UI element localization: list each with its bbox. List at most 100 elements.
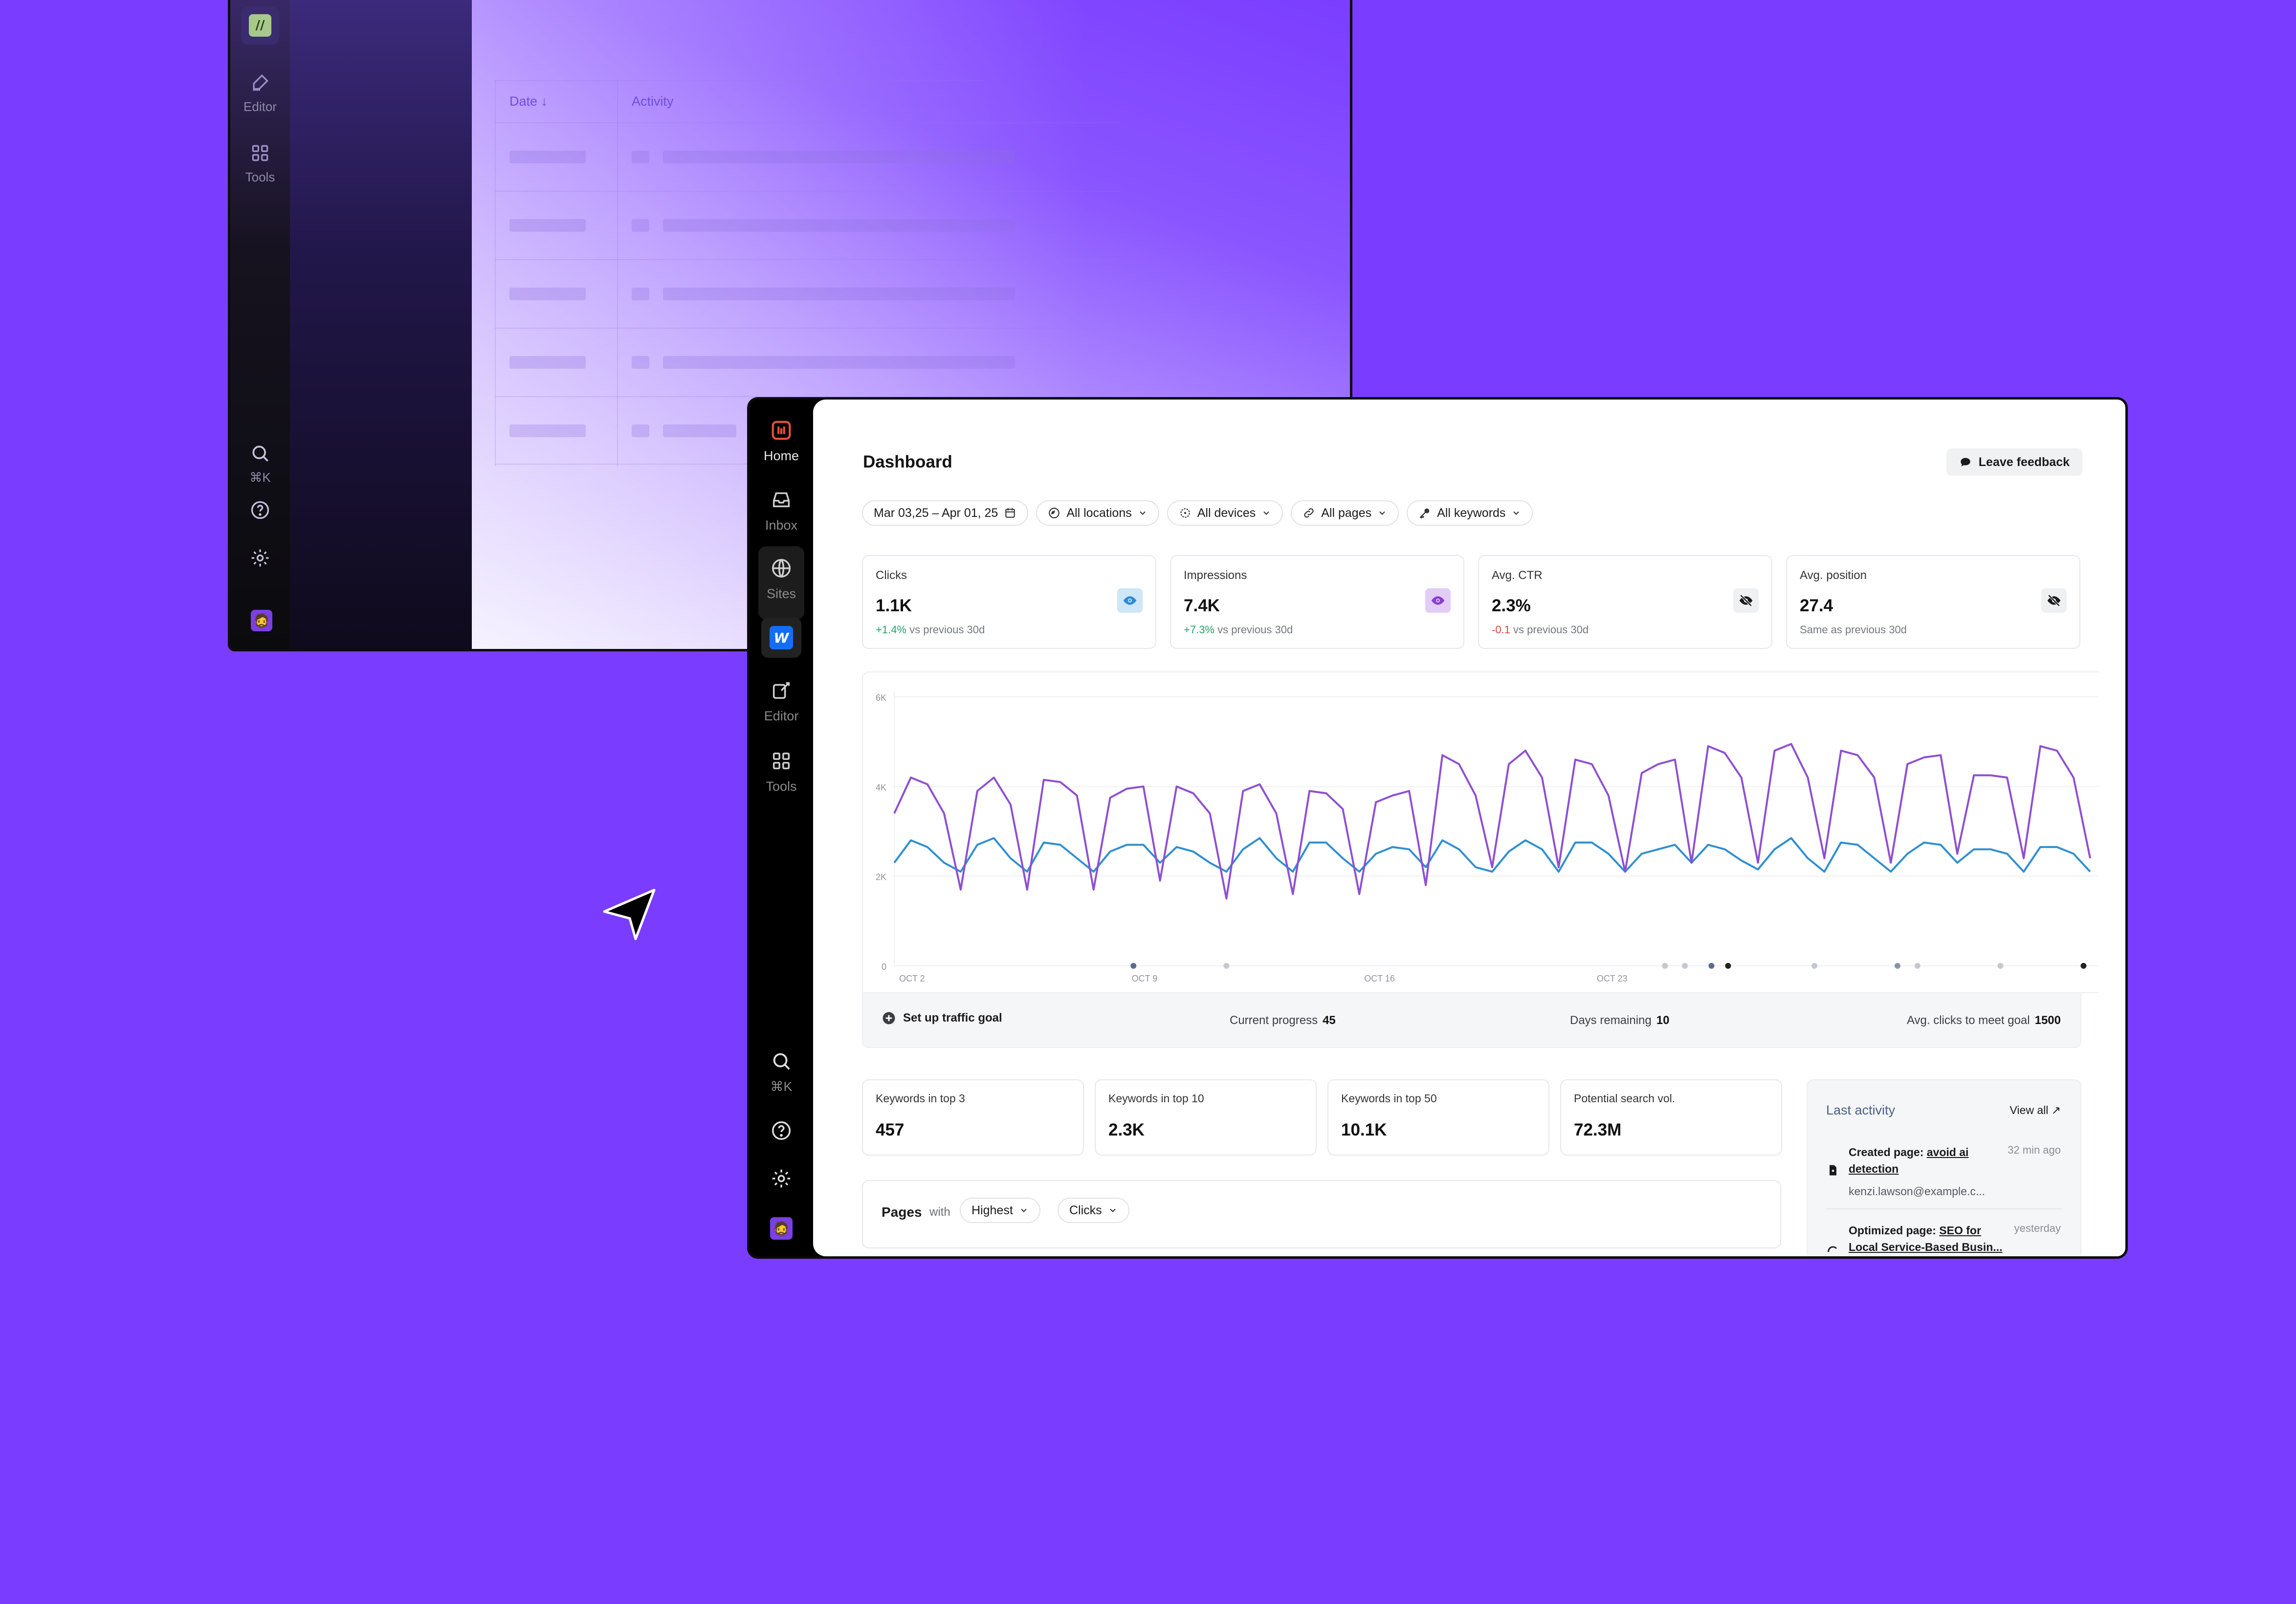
cursor-arrow-icon (603, 889, 656, 940)
toggle-clicks-visibility[interactable] (1117, 588, 1143, 613)
metric-card-position[interactable]: Avg. position 27.4 Same as previous 30d (1786, 555, 2080, 649)
annotation-dot[interactable] (1708, 963, 1715, 969)
chevron-down-icon (1513, 511, 1520, 515)
kw-value: 457 (876, 1120, 905, 1139)
metric-card-impressions[interactable]: Impressions 7.4K +7.3% vs previous 30d (1170, 555, 1464, 649)
sort-metric-label: Clicks (1069, 1203, 1102, 1217)
avatar[interactable]: 🧔 (251, 610, 272, 631)
view-all-link[interactable]: View all ↗ (2010, 1104, 2061, 1117)
keywords-filter[interactable]: All keywords (1407, 500, 1533, 526)
rail-sites[interactable]: Sites (750, 557, 813, 602)
dashboard-window: Home Inbox Sites W Editor Tools ⌘K 🧔 Das… (747, 397, 2128, 1259)
keywords-top10-card[interactable]: Keywords in top 10 2.3K (1095, 1079, 1317, 1156)
logo-mark-icon: // (249, 14, 271, 37)
last-activity-panel: Last activity View all ↗ Created page: a… (1807, 1079, 2081, 1256)
y-tick-label: 6K (876, 693, 886, 703)
activity-time: 32 min ago (2008, 1144, 2061, 1156)
y-tick-label: 2K (876, 872, 886, 882)
metric-delta: Same as previous 30d (1800, 624, 1907, 636)
rail-settings[interactable] (750, 1167, 813, 1197)
toggle-position-visibility[interactable] (2041, 588, 2067, 613)
eye-icon (1431, 596, 1445, 605)
back-rail-editor-label: Editor (243, 99, 277, 114)
annotation-dot[interactable] (1914, 963, 1921, 969)
date-range-picker[interactable]: Mar 03,25 – Apr 01, 25 (862, 500, 1029, 526)
back-rail-shortcut: ⌘K (249, 470, 271, 485)
sort-order-dropdown[interactable]: Highest (960, 1198, 1040, 1223)
eye-off-icon (2047, 594, 2061, 607)
kw-label: Keywords in top 10 (1108, 1092, 1204, 1105)
keywords-top3-card[interactable]: Keywords in top 3 457 (862, 1079, 1084, 1156)
calendar-icon (1005, 508, 1016, 518)
leave-feedback-button[interactable]: Leave feedback (1946, 448, 2082, 476)
back-rail-editor[interactable]: Editor (230, 72, 290, 114)
globe-icon (772, 559, 791, 578)
traffic-chart[interactable]: 0 2K 4K 6K OCT 2 OCT 9 OCT 16 OCT 23 (862, 671, 2099, 993)
toggle-impressions-visibility[interactable] (1425, 588, 1451, 613)
plus-circle-icon (883, 1012, 895, 1025)
back-rail-search[interactable]: ⌘K (230, 443, 290, 485)
eye-icon (1123, 596, 1137, 605)
rail-home[interactable]: Home (750, 419, 813, 464)
locations-filter[interactable]: All locations (1036, 500, 1159, 526)
settings-icon (251, 549, 269, 567)
days-remaining: Days remaining 10 (1570, 1014, 1670, 1027)
setup-traffic-goal-button[interactable]: Set up traffic goal (882, 1011, 1002, 1025)
back-rail-help[interactable] (230, 499, 290, 527)
annotation-dot[interactable] (1682, 963, 1688, 969)
metric-card-ctr[interactable]: Avg. CTR 2.3% -0.1 vs previous 30d (1478, 555, 1772, 649)
annotation-dot[interactable] (1811, 963, 1818, 969)
rail-inbox[interactable]: Inbox (750, 489, 813, 533)
keywords-top50-card[interactable]: Keywords in top 50 10.1K (1327, 1079, 1549, 1156)
background-sidebar-panel (290, 0, 472, 649)
x-tick-label: OCT 16 (1364, 974, 1395, 983)
devices-filter[interactable]: All devices (1167, 500, 1283, 526)
edit-icon (773, 682, 790, 699)
kw-value: 10.1K (1341, 1120, 1387, 1139)
annotation-dot[interactable] (1997, 963, 2004, 969)
grid-icon (252, 145, 268, 161)
traffic-chart-svg: 0 2K 4K 6K OCT 2 OCT 9 OCT 16 OCT 23 (876, 692, 2099, 983)
date-range-label: Mar 03,25 – Apr 01, 25 (874, 506, 998, 520)
annotation-dot[interactable] (1662, 963, 1668, 969)
search-volume-card[interactable]: Potential search vol. 72.3M (1560, 1079, 1782, 1156)
toggle-ctr-visibility[interactable] (1733, 588, 1759, 613)
series-line[interactable] (893, 743, 2091, 900)
rail-search[interactable]: ⌘K (750, 1050, 813, 1094)
annotation-dot[interactable] (1894, 963, 1900, 969)
kw-label: Keywords in top 50 (1341, 1092, 1437, 1105)
pages-filter[interactable]: All pages (1291, 500, 1399, 526)
site-webflow-button[interactable]: W (761, 618, 801, 658)
rail-editor[interactable]: Editor (750, 679, 813, 724)
chevron-down-icon (1263, 511, 1269, 515)
rail-tools-label: Tools (766, 779, 797, 794)
activity-time: yesterday (2014, 1222, 2061, 1234)
rail-help[interactable] (750, 1119, 813, 1149)
setup-traffic-goal-label: Set up traffic goal (903, 1011, 1002, 1025)
annotation-dot[interactable] (1223, 963, 1230, 969)
rail-tools[interactable]: Tools (750, 750, 813, 794)
metric-card-clicks[interactable]: Clicks 1.1K +1.4% vs previous 30d (862, 555, 1156, 649)
link-icon (1304, 508, 1314, 518)
sort-metric-dropdown[interactable]: Clicks (1058, 1198, 1129, 1223)
table-header-date[interactable]: Date ↓ (509, 94, 548, 109)
app-logo[interactable]: // (241, 6, 279, 45)
table-header-activity: Activity (632, 94, 674, 109)
pages-section: Pages with Highest Clicks (862, 1180, 1781, 1248)
inbox-icon (773, 492, 790, 508)
back-rail-settings[interactable] (230, 547, 290, 575)
rail-editor-label: Editor (764, 709, 799, 723)
back-rail-tools[interactable]: Tools (230, 142, 290, 185)
rail-shortcut-label: ⌘K (770, 1079, 793, 1094)
rail-sites-label: Sites (766, 586, 796, 601)
annotation-dot[interactable] (1725, 963, 1731, 969)
activity-title: Optimized page: SEO for Local Service-Ba… (1849, 1224, 2003, 1253)
avatar[interactable]: 🧔 (770, 1217, 793, 1240)
annotation-dot[interactable] (1130, 963, 1137, 969)
rail-inbox-label: Inbox (765, 518, 798, 533)
kw-label: Keywords in top 3 (876, 1092, 965, 1105)
metric-delta: +1.4% vs previous 30d (876, 624, 985, 636)
sort-order-label: Highest (971, 1203, 1013, 1217)
metric-label: Avg. CTR (1492, 569, 1543, 582)
annotation-dot[interactable] (2080, 963, 2087, 969)
